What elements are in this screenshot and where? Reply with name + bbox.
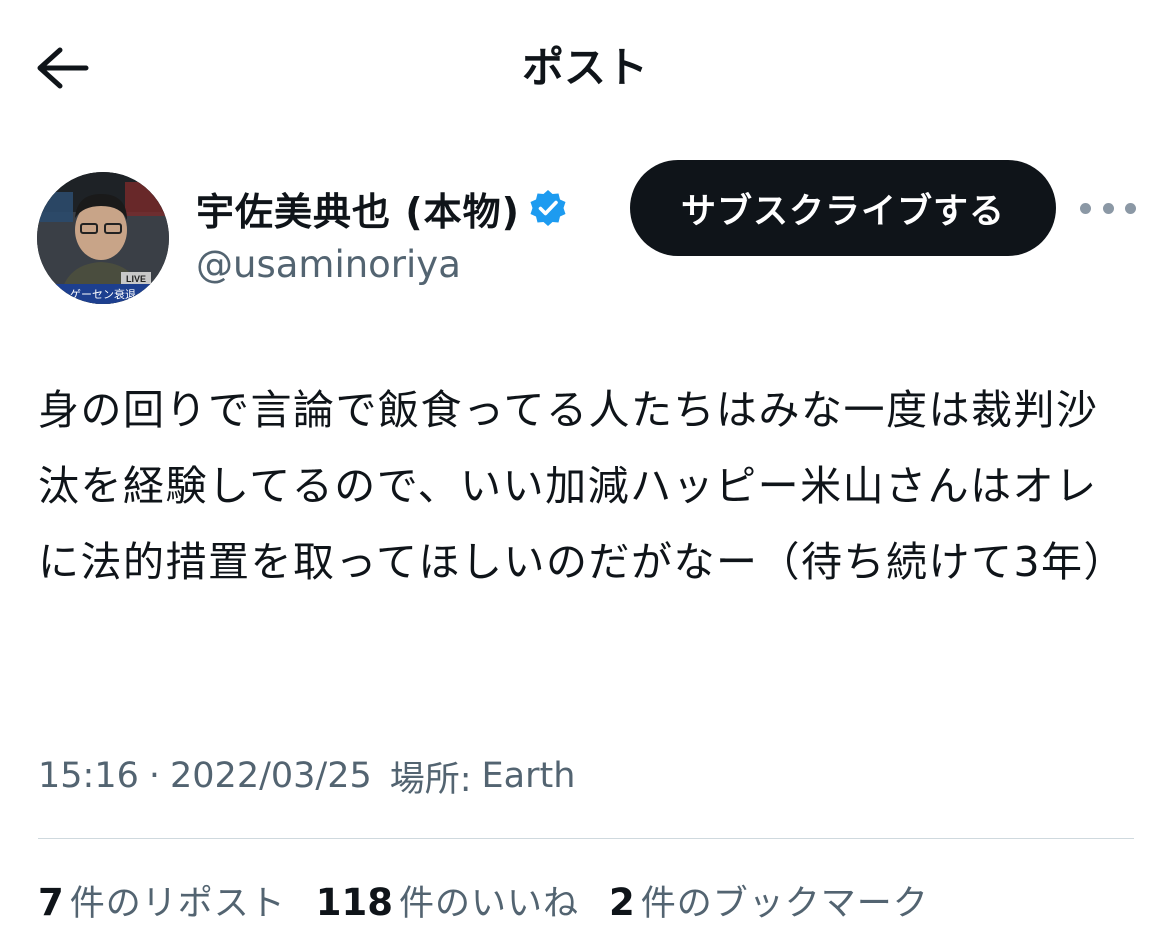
avatar-caption: ゲーセン衰退 — [70, 287, 136, 301]
stat-count: 2 — [609, 880, 635, 924]
author-handle[interactable]: @usaminoriya — [196, 240, 461, 290]
repost-count-link[interactable]: 7 件のリポスト — [38, 875, 286, 926]
stat-label: 件のいいね — [399, 883, 580, 924]
avatar[interactable]: LIVE ゲーセン衰退 — [37, 172, 169, 304]
more-horizontal-icon — [1125, 202, 1136, 214]
top-bar: ポスト — [0, 0, 1170, 136]
engagement-stats: 7 件のリポスト 118 件のいいね 2 件のブックマーク — [38, 872, 959, 928]
stat-label: 件のブックマーク — [640, 883, 929, 924]
stat-count: 7 — [38, 880, 64, 924]
tweet-time[interactable]: 15:16 — [38, 756, 139, 796]
meta-separator: · — [148, 756, 161, 796]
like-count-link[interactable]: 118 件のいいね — [316, 875, 579, 926]
more-horizontal-icon — [1080, 202, 1091, 214]
subscribe-button[interactable]: サブスクライブする — [630, 160, 1056, 256]
page-title: ポスト — [521, 43, 648, 92]
avatar-live-badge: LIVE — [126, 274, 146, 284]
avatar-image: LIVE ゲーセン衰退 — [37, 172, 169, 304]
location-value: Earth — [481, 756, 576, 796]
stat-label: 件のリポスト — [69, 883, 286, 924]
display-name[interactable]: 宇佐美典也 (本物) — [196, 181, 520, 236]
tweet-date[interactable]: 2022/03/25 — [170, 756, 372, 796]
tweet-text: 身の回りで言論で飯食ってる人たちはみな一度は裁判沙汰を経験してるので、いい加減ハ… — [38, 386, 1127, 586]
more-options-button[interactable] — [1080, 190, 1136, 226]
stat-count: 118 — [315, 880, 393, 924]
tweet-meta: 15:16 · 2022/03/25 場所: Earth — [38, 748, 575, 804]
divider — [38, 838, 1134, 839]
location-label: 場所: — [389, 759, 472, 800]
more-horizontal-icon — [1102, 202, 1114, 214]
author-name-row[interactable]: 宇佐美典也 (本物) — [196, 180, 568, 236]
verified-badge-icon — [530, 190, 566, 226]
bookmark-count-link[interactable]: 2 件のブックマーク — [609, 875, 929, 926]
